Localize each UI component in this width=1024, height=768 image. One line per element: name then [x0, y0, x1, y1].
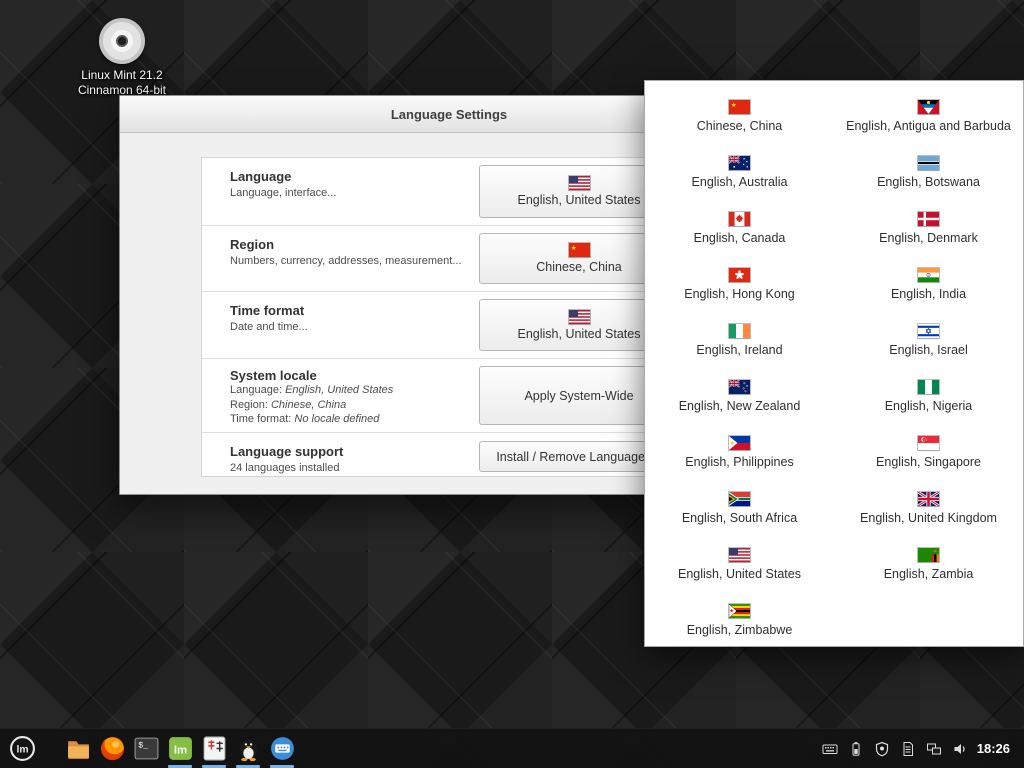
- tray-shield-icon[interactable]: [874, 740, 891, 757]
- language-option-label: English, India: [891, 287, 966, 301]
- disc-icon: [99, 18, 145, 64]
- button-label: Chinese, China: [536, 260, 621, 274]
- language-option-label: English, Zambia: [884, 567, 974, 581]
- taskbar-panel: lm $_lm 18:26: [0, 728, 1024, 768]
- language-option[interactable]: English, Australia: [645, 144, 834, 200]
- flag-us-icon: [569, 310, 590, 324]
- language-option-label: English, Antigua and Barbuda: [846, 119, 1011, 133]
- flag-bw-icon: [918, 156, 939, 170]
- language-option[interactable]: English, Canada: [645, 200, 834, 256]
- window-title: Language Settings: [391, 107, 507, 122]
- flag-cn-icon: [569, 243, 590, 257]
- language-option[interactable]: English, Singapore: [834, 424, 1023, 480]
- language-option[interactable]: English, Denmark: [834, 200, 1023, 256]
- flag-gb-icon: [918, 492, 939, 506]
- flag-us-icon: [729, 548, 750, 562]
- language-option[interactable]: English, United Kingdom: [834, 480, 1023, 536]
- language-option[interactable]: English, Zambia: [834, 536, 1023, 592]
- language-option[interactable]: English, Botswana: [834, 144, 1023, 200]
- flag-za-icon: [729, 492, 750, 506]
- flag-il-icon: [918, 324, 939, 338]
- flag-in-icon: [918, 268, 939, 282]
- launcher-tux[interactable]: [231, 729, 265, 768]
- language-option-label: English, United Kingdom: [860, 511, 997, 525]
- language-option-label: English, United States: [678, 567, 801, 581]
- language-option-label: English, Hong Kong: [684, 287, 795, 301]
- button-label: English, United States: [518, 327, 641, 341]
- flag-ie-icon: [729, 324, 750, 338]
- tray-document-icon[interactable]: [900, 740, 917, 757]
- language-option-label: English, Nigeria: [885, 399, 973, 413]
- launcher-input-config[interactable]: [197, 729, 231, 768]
- flag-zm-icon: [918, 548, 939, 562]
- language-option[interactable]: English, New Zealand: [645, 368, 834, 424]
- language-option[interactable]: English, Hong Kong: [645, 256, 834, 312]
- launcher-firefox[interactable]: [95, 729, 129, 768]
- mint-menu-button[interactable]: lm: [5, 729, 39, 768]
- language-option-label: English, Australia: [692, 175, 788, 189]
- language-option[interactable]: English, United States: [645, 536, 834, 592]
- tray-network-icon[interactable]: [926, 740, 943, 757]
- tray-battery-icon[interactable]: [848, 740, 865, 757]
- language-option-label: Chinese, China: [697, 119, 782, 133]
- flag-ph-icon: [729, 436, 750, 450]
- launcher-mint-installer[interactable]: lm: [163, 729, 197, 768]
- input-config-icon: [201, 735, 228, 762]
- language-option-label: English, Philippines: [685, 455, 793, 469]
- desktop-icon-label: Linux Mint 21.2 Cinnamon 64-bit: [57, 68, 187, 98]
- language-option[interactable]: English, Nigeria: [834, 368, 1023, 424]
- button-label: Install / Remove Languages...: [496, 450, 661, 464]
- language-option-label: English, Israel: [889, 343, 968, 357]
- flag-au-icon: [729, 156, 750, 170]
- language-option[interactable]: English, Philippines: [645, 424, 834, 480]
- desktop-icon-linux-mint-iso[interactable]: Linux Mint 21.2 Cinnamon 64-bit: [57, 18, 187, 98]
- launcher-terminal[interactable]: $_: [129, 729, 163, 768]
- language-option[interactable]: English, Ireland: [645, 312, 834, 368]
- system-tray: [822, 740, 969, 757]
- tray-volume-icon[interactable]: [952, 740, 969, 757]
- flag-zw-icon: [729, 604, 750, 618]
- language-option-label: English, Denmark: [879, 231, 978, 245]
- flag-dk-icon: [918, 212, 939, 226]
- language-option[interactable]: English, South Africa: [645, 480, 834, 536]
- language-option[interactable]: Chinese, China: [645, 88, 834, 144]
- language-option-label: English, Botswana: [877, 175, 980, 189]
- language-option[interactable]: English, Antigua and Barbuda: [834, 88, 1023, 144]
- language-option-label: English, Ireland: [696, 343, 782, 357]
- svg-text:lm: lm: [173, 745, 186, 757]
- button-label: English, United States: [518, 193, 641, 207]
- taskbar-clock[interactable]: 18:26: [977, 741, 1010, 756]
- button-label: Apply System-Wide: [524, 389, 633, 403]
- flag-ca-icon: [729, 212, 750, 226]
- flag-hk-icon: [729, 268, 750, 282]
- tray-keyboard-icon[interactable]: [822, 740, 839, 757]
- language-option-label: English, New Zealand: [679, 399, 801, 413]
- language-option[interactable]: English, Zimbabwe: [645, 592, 834, 648]
- language-option-label: English, Singapore: [876, 455, 981, 469]
- flag-ng-icon: [918, 380, 939, 394]
- mint-installer-icon: lm: [167, 735, 194, 762]
- svg-text:lm: lm: [16, 745, 28, 756]
- language-option[interactable]: English, Israel: [834, 312, 1023, 368]
- input-method-icon: [269, 735, 296, 762]
- language-option-label: English, Zimbabwe: [687, 623, 793, 637]
- firefox-icon: [99, 735, 126, 762]
- flag-nz-icon: [729, 380, 750, 394]
- files-icon: [65, 735, 92, 762]
- tux-icon: [235, 735, 262, 762]
- terminal-icon: $_: [133, 735, 160, 762]
- mint-logo-icon: lm: [9, 735, 36, 762]
- flag-cn-icon: [729, 100, 750, 114]
- language-option-label: English, South Africa: [682, 511, 797, 525]
- flag-sg-icon: [918, 436, 939, 450]
- flag-ag-icon: [918, 100, 939, 114]
- language-option-label: English, Canada: [694, 231, 786, 245]
- launcher-area: $_lm: [61, 729, 299, 768]
- language-picker-popup: Chinese, China English, Antigua and Barbu…: [644, 80, 1024, 647]
- launcher-files[interactable]: [61, 729, 95, 768]
- language-option[interactable]: English, India: [834, 256, 1023, 312]
- launcher-input-method[interactable]: [265, 729, 299, 768]
- flag-us-icon: [569, 176, 590, 190]
- svg-text:$_: $_: [138, 740, 148, 750]
